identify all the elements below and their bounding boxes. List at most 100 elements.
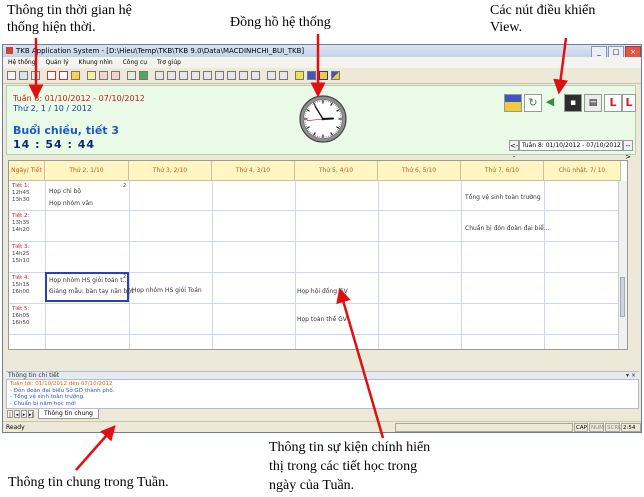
save-view-icon[interactable]: ▪ xyxy=(564,94,582,112)
next-tab-button[interactable]: ▸ xyxy=(21,410,27,418)
grid-5-icon[interactable] xyxy=(203,71,212,80)
tool-2-icon[interactable] xyxy=(111,71,120,80)
toolbar xyxy=(3,68,641,84)
status-caps: CAP xyxy=(574,423,588,432)
period-4: Tiết 4: 15h15 16h00 xyxy=(12,275,29,296)
column-header[interactable]: Thứ 3, 2/10 xyxy=(129,161,212,181)
first-tab-button[interactable]: |◂ xyxy=(7,410,13,426)
save-icon[interactable] xyxy=(19,71,28,80)
period-end: 13h30 xyxy=(12,197,30,203)
clock-center xyxy=(321,117,325,121)
column-header[interactable]: Chủ nhật, 7/ 10 xyxy=(544,161,621,181)
menu-bar: Hệ thống Quản lý Khung nhìn Công cụ Trợ … xyxy=(3,57,641,68)
column-header[interactable]: Thứ 2, 1/10 xyxy=(45,161,129,181)
folder-icon[interactable] xyxy=(71,71,80,80)
week-select[interactable]: Tuần 8: 01/10/2012 - 07/10/2012 xyxy=(519,140,623,151)
period-end: 14h20 xyxy=(12,227,30,233)
refresh-icon[interactable] xyxy=(127,71,136,80)
tool-icon[interactable] xyxy=(99,71,108,80)
speaker-view-icon[interactable]: ◀ xyxy=(541,94,559,112)
view-color-button[interactable] xyxy=(504,94,522,112)
chart-view-icon[interactable]: L xyxy=(604,94,622,112)
grid-6-icon[interactable] xyxy=(215,71,224,80)
last-tab-button[interactable]: ▸| xyxy=(28,410,34,418)
tab-thong-tin-chung[interactable]: Thông tin chung xyxy=(38,409,99,419)
vertical-scrollbar[interactable] xyxy=(618,181,627,349)
event-item[interactable]: Họp nhóm HS giỏi Toán xyxy=(132,287,202,294)
status-clock: 2:54 PM xyxy=(621,423,641,432)
digital-clock: 14 : 54 : 44 xyxy=(13,138,96,151)
note-icon[interactable] xyxy=(87,71,96,80)
annotation-time-info: Thông tin thời gian hệ thống hiện thời. xyxy=(7,2,132,36)
status-num: NUM xyxy=(589,423,604,432)
menu-item-he-thong[interactable]: Hệ thống xyxy=(8,59,36,66)
annotation-line: thống hiện thời. xyxy=(7,20,96,35)
grid-2-icon[interactable] xyxy=(167,71,176,80)
menu-item-quan-ly[interactable]: Quản lý xyxy=(45,59,68,66)
timetable-grid: Ngày/ Tiết Thứ 2, 1/10 Thứ 3, 2/10 Thứ 4… xyxy=(8,160,628,350)
menu-item-cong-cu[interactable]: Công cụ xyxy=(123,59,147,66)
grid-3-icon[interactable] xyxy=(179,71,188,80)
period-label: Tiết 1: xyxy=(12,183,30,189)
chart-edit-icon[interactable] xyxy=(59,71,68,80)
event-item[interactable]: Họp hội đồng GV xyxy=(297,288,348,295)
event-item[interactable]: Họp nhóm văn xyxy=(49,200,93,207)
event-item[interactable]: Chuẩn bị đón đoàn đại biể... xyxy=(465,225,550,232)
period-end: 16h00 xyxy=(12,289,30,295)
next-week-button[interactable]: --> xyxy=(623,140,633,161)
title-bar: TKB Application System - [D:\Hieu\Temp\T… xyxy=(3,45,641,58)
menu-item-tro-giup[interactable]: Trợ giúp xyxy=(157,59,181,66)
column-header[interactable]: Thứ 5, 4/10 xyxy=(295,161,378,181)
period-label: Tiết 3: xyxy=(12,244,30,250)
status-ready: Ready xyxy=(6,424,25,431)
grid-icon[interactable] xyxy=(155,71,164,80)
period-label: Tiết 4: xyxy=(12,275,30,281)
event-item[interactable]: Giảng mẫu: bàn tay nặn bột xyxy=(49,288,133,295)
period-start: 13h35 xyxy=(12,220,30,226)
annotation-line: View. xyxy=(490,20,523,35)
event-item[interactable]: Tổng vệ sinh toàn trường xyxy=(465,194,541,201)
application-window: TKB Application System - [D:\Hieu\Temp\T… xyxy=(2,44,642,433)
detail-line: - Chuẩn bị năm học mới xyxy=(10,400,76,407)
scrollbar-thumb[interactable] xyxy=(620,277,625,317)
current-date: Thứ 2, 1 / 10 / 2012 xyxy=(13,104,92,113)
yellow-block-icon[interactable] xyxy=(295,71,304,80)
event-item[interactable]: Họp chi bộ xyxy=(49,188,81,195)
blue-block-icon[interactable] xyxy=(307,71,316,80)
detail-title: Thông tin chi tiết xyxy=(8,372,60,379)
event-count-badge: 2 xyxy=(123,183,127,189)
prev-tab-button[interactable]: ◂ xyxy=(14,410,20,418)
layout-icon[interactable] xyxy=(319,71,328,80)
chart-export-view-icon[interactable]: L xyxy=(622,94,636,112)
menu-item-khung-nhin[interactable]: Khung nhìn xyxy=(79,59,113,66)
event-item[interactable]: Họp toàn thể GV xyxy=(297,316,347,323)
annotation-line: Thông tin sự kiện chính hiển xyxy=(269,440,431,455)
grid-4-icon[interactable] xyxy=(191,71,200,80)
column-header[interactable]: Thứ 6, 5/10 xyxy=(378,161,461,181)
column-header[interactable]: Thứ 4, 3/10 xyxy=(212,161,295,181)
speaker-icon[interactable] xyxy=(139,71,148,80)
grid-11-icon[interactable] xyxy=(279,71,288,80)
diagonal-icon[interactable] xyxy=(331,71,340,80)
grid-9-icon[interactable] xyxy=(251,71,260,80)
grid-10-icon[interactable] xyxy=(267,71,276,80)
prev-week-button[interactable]: <-- xyxy=(509,140,519,161)
grid-7-icon[interactable] xyxy=(227,71,236,80)
current-session: Buổi chiều, tiết 3 xyxy=(13,124,120,137)
column-header[interactable]: Thứ 7, 6/10 xyxy=(461,161,544,181)
grid-8-icon[interactable] xyxy=(239,71,248,80)
print-view-icon[interactable]: ▤ xyxy=(584,94,602,112)
event-count-badge: 2 xyxy=(123,274,127,280)
refresh-view-icon[interactable]: ↻ xyxy=(524,94,542,112)
hour-hand xyxy=(322,117,334,120)
annotation-line: Các nút điều khiển xyxy=(490,3,596,18)
print-icon[interactable] xyxy=(31,71,40,80)
period-1: Tiết 1: 12h45 13h30 xyxy=(12,183,29,204)
chart-red-icon[interactable] xyxy=(47,71,56,80)
period-label: Tiết 2: xyxy=(12,213,30,219)
period-end: 16h50 xyxy=(12,320,30,326)
event-item[interactable]: Họp nhóm HS giỏi toán t... xyxy=(49,277,128,284)
annotation-line: Thông tin thời gian hệ xyxy=(7,3,132,18)
open-icon[interactable] xyxy=(7,71,16,80)
status-panel xyxy=(395,423,573,432)
